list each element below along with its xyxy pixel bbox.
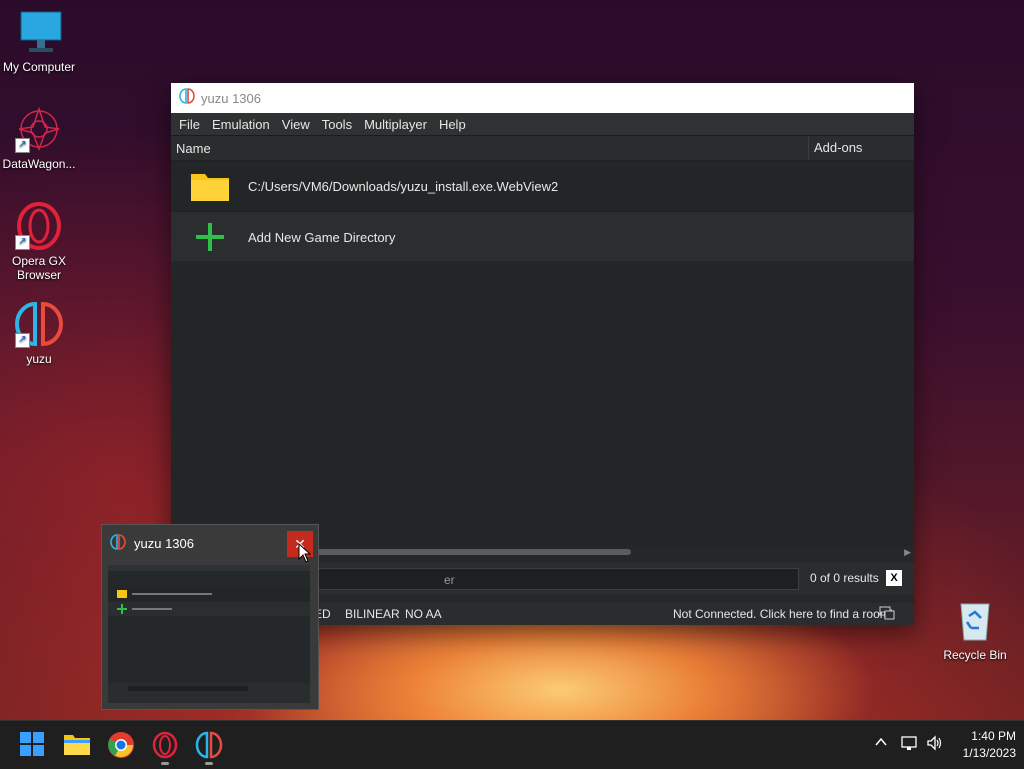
- add-game-directory-row[interactable]: Add New Game Directory: [171, 211, 914, 262]
- menu-help[interactable]: Help: [433, 117, 472, 132]
- desktop-icon-yuzu[interactable]: ↗ yuzu: [0, 300, 78, 366]
- menu-tools[interactable]: Tools: [316, 117, 358, 132]
- window-titlebar[interactable]: yuzu 1306: [171, 83, 914, 113]
- shortcut-arrow-icon: ↗: [15, 235, 30, 250]
- desktop-icon-my-computer[interactable]: My Computer: [0, 8, 78, 74]
- datawagon-icon: ↗: [15, 105, 63, 153]
- preview-title: yuzu 1306: [134, 535, 194, 551]
- monitor-icon: [15, 8, 63, 56]
- taskbar: 1:40 PM 1/13/2023: [0, 720, 1024, 769]
- network-icon[interactable]: [879, 606, 895, 623]
- running-indicator: [161, 762, 169, 765]
- filter-clear-button[interactable]: X: [886, 570, 902, 586]
- menu-multiplayer[interactable]: Multiplayer: [358, 117, 433, 132]
- status-antialias[interactable]: NO AA: [405, 607, 442, 621]
- horizontal-scrollbar[interactable]: ▶: [301, 547, 911, 557]
- volume-icon[interactable]: [926, 735, 944, 754]
- desktop-icon-label: Opera GX Browser: [11, 254, 67, 282]
- network-tray-icon[interactable]: [901, 735, 919, 754]
- scroll-right-icon[interactable]: ▶: [904, 547, 911, 558]
- desktop-icon-opera-gx[interactable]: ↗ Opera GX Browser: [0, 202, 78, 282]
- filter-input[interactable]: er: [301, 568, 799, 590]
- running-indicator: [205, 762, 213, 765]
- yuzu-taskbar-button[interactable]: [195, 731, 223, 765]
- recycle-bin-icon: [951, 596, 999, 644]
- filter-placeholder: er: [444, 573, 455, 587]
- game-directory-path: C:/Users/VM6/Downloads/yuzu_install.exe.…: [248, 178, 559, 194]
- mouse-cursor-icon: [298, 542, 312, 568]
- yuzu-logo-icon: [110, 533, 126, 553]
- window-title: yuzu 1306: [201, 90, 261, 106]
- clock-time: 1:40 PM: [971, 729, 1016, 743]
- opera-gx-icon: ↗: [15, 202, 63, 250]
- desktop-icon-label: Recycle Bin: [943, 648, 1007, 662]
- desktop-icon-label: yuzu: [26, 352, 52, 366]
- shortcut-arrow-icon: ↗: [15, 333, 30, 348]
- scrollbar-thumb[interactable]: [311, 549, 631, 555]
- game-list-area[interactable]: [171, 261, 914, 546]
- clock[interactable]: 1:40 PM 1/13/2023: [958, 729, 1016, 760]
- chrome-button[interactable]: [107, 731, 135, 759]
- opera-gx-taskbar-button[interactable]: [151, 731, 179, 765]
- plus-icon: [171, 221, 248, 253]
- column-header: Name Add-ons: [171, 136, 914, 161]
- desktop-icon-recycle-bin[interactable]: Recycle Bin: [936, 596, 1014, 662]
- folder-icon: [171, 170, 248, 202]
- menu-view[interactable]: View: [276, 117, 316, 132]
- shortcut-arrow-icon: ↗: [15, 138, 30, 153]
- menu-emulation[interactable]: Emulation: [206, 117, 276, 132]
- add-game-directory-label: Add New Game Directory: [248, 229, 396, 245]
- preview-thumbnail[interactable]: [108, 565, 310, 703]
- column-name[interactable]: Name: [171, 141, 808, 156]
- yuzu-logo-icon: [179, 87, 195, 109]
- file-explorer-button[interactable]: [63, 731, 91, 759]
- status-filter[interactable]: BILINEAR: [345, 607, 400, 621]
- status-multiplayer[interactable]: Not Connected. Click here to find a room…: [673, 607, 893, 621]
- menu-file[interactable]: File: [173, 117, 206, 132]
- menu-bar: File Emulation View Tools Multiplayer He…: [171, 113, 914, 136]
- clock-date: 1/13/2023: [962, 746, 1016, 760]
- start-button[interactable]: [19, 731, 47, 759]
- desktop-icon-label: DataWagon...: [2, 157, 76, 171]
- taskbar-preview[interactable]: yuzu 1306 ✕: [101, 524, 319, 710]
- filter-results: 0 of 0 results: [810, 571, 879, 585]
- desktop-icon-datawagon[interactable]: ↗ DataWagon...: [0, 105, 78, 171]
- yuzu-icon: ↗: [15, 300, 63, 348]
- column-addons[interactable]: Add-ons: [808, 136, 914, 160]
- show-hidden-icons-chevron-icon[interactable]: [874, 735, 888, 752]
- game-directory-row[interactable]: C:/Users/VM6/Downloads/yuzu_install.exe.…: [171, 161, 914, 211]
- desktop-icon-label: My Computer: [2, 60, 76, 74]
